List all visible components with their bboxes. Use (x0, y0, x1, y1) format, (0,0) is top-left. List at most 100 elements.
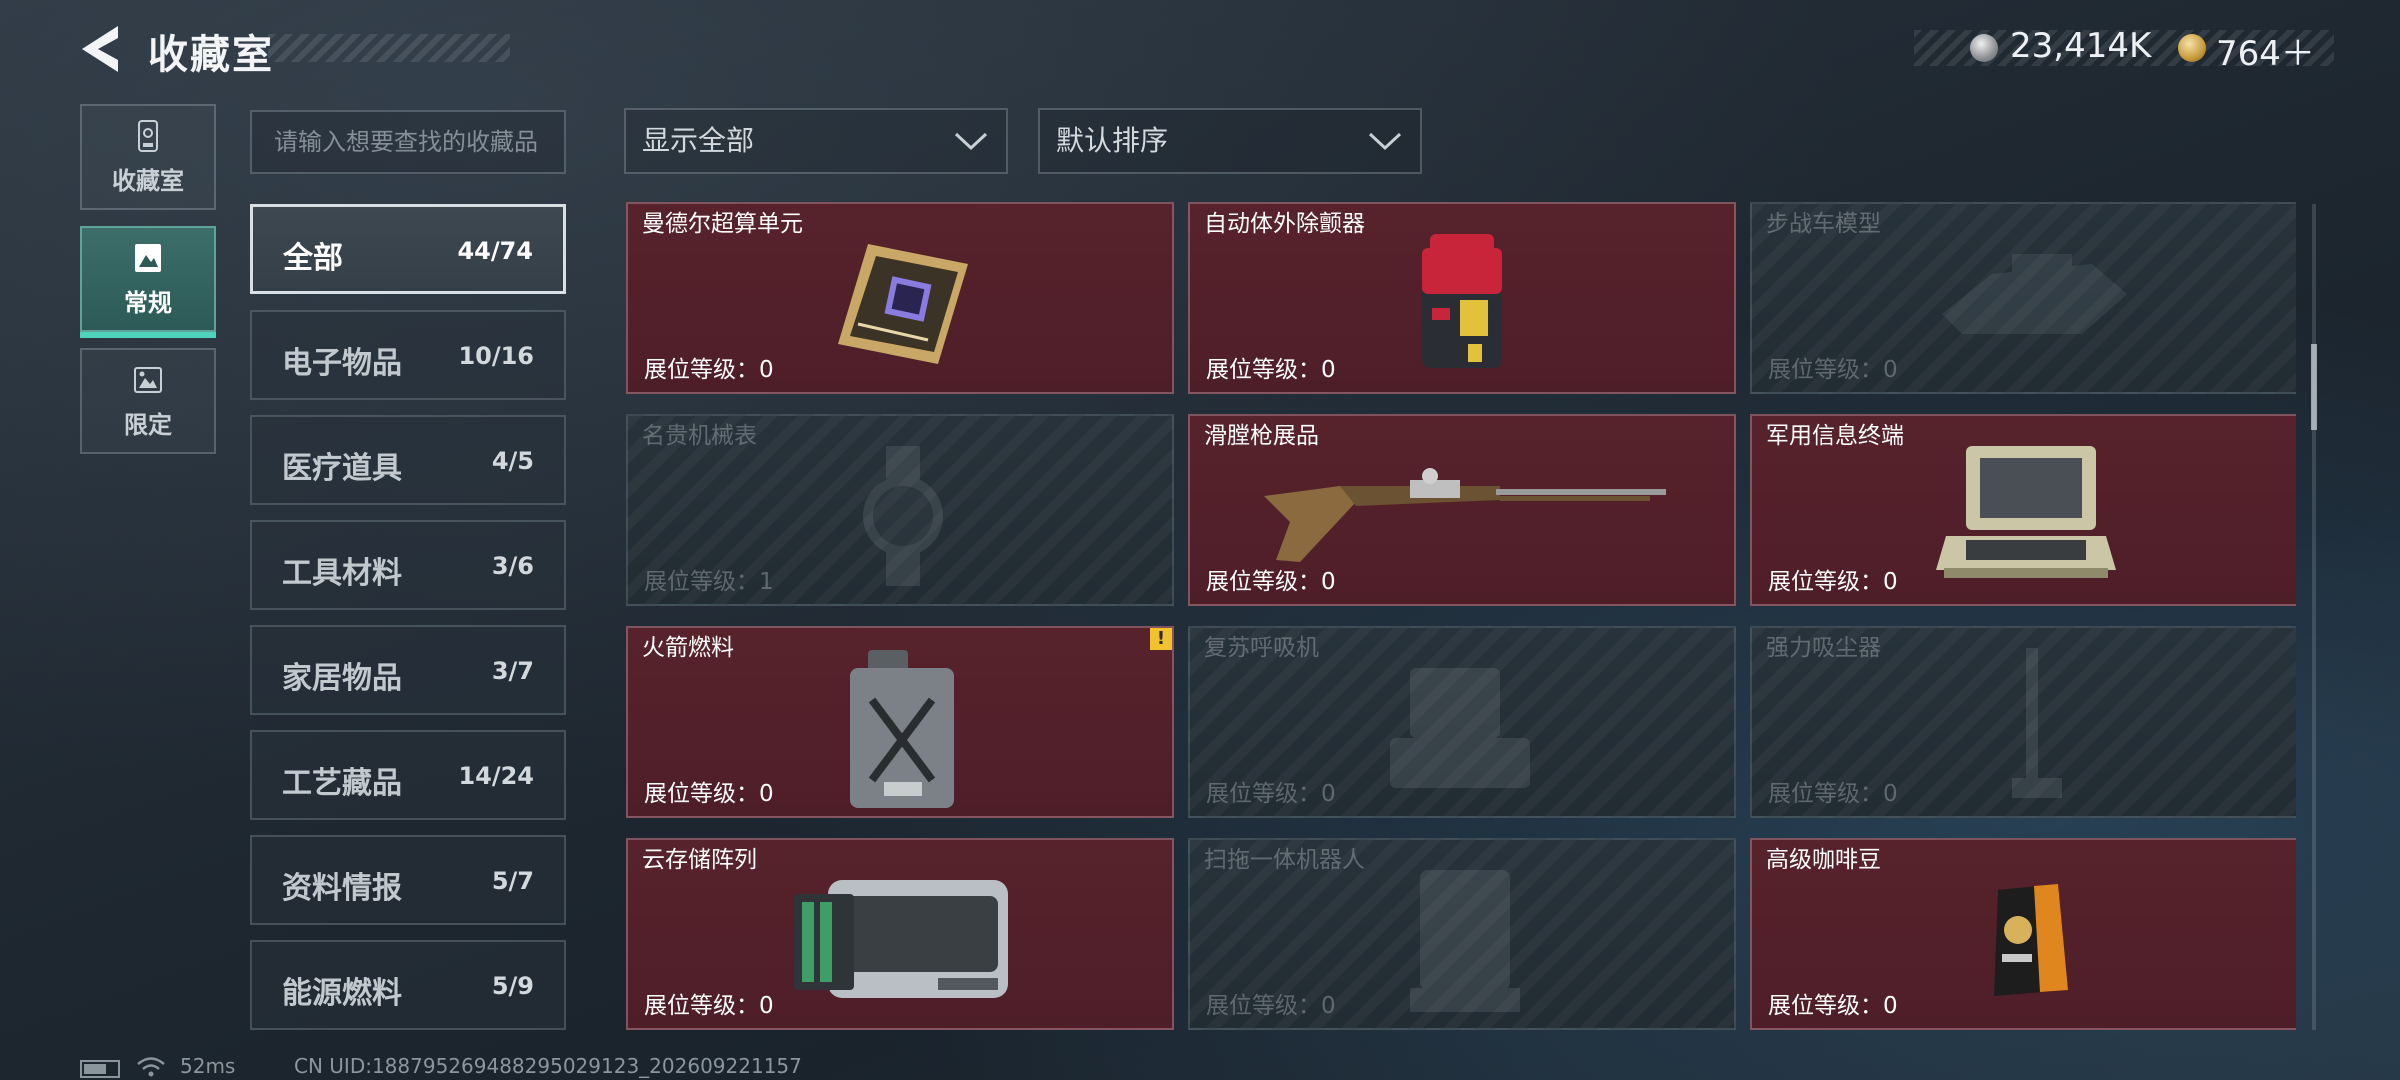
category-count: 4/5 (491, 447, 534, 475)
collectible-card[interactable]: 滑膛枪展品 展位等级：0 (1188, 414, 1736, 606)
category-name: 工具材料 (282, 556, 402, 591)
category-all[interactable]: 全部 44/74 (250, 204, 566, 294)
display-level: 展位等级：0 (1768, 781, 1898, 807)
search-input[interactable] (250, 110, 566, 174)
display-level: 展位等级：0 (1206, 781, 1336, 807)
collectible-name: 滑膛枪展品 (1204, 423, 1319, 449)
display-level: 展位等级：0 (644, 993, 774, 1019)
display-level: 展位等级：0 (1768, 357, 1898, 383)
sort-dropdown-value: 默认排序 (1056, 124, 1169, 157)
collectible-name: 自动体外除颤器 (1204, 211, 1365, 237)
display-level: 展位等级：1 (644, 569, 774, 595)
uid-text: CN UID:188795269488295029123_20260922115… (294, 1054, 802, 1078)
collectible-name: 云存储阵列 (642, 847, 757, 873)
watch-art (863, 446, 943, 586)
new-alert-badge: ! (1150, 628, 1172, 650)
category-name: 工艺藏品 (282, 766, 402, 801)
category-name: 医疗道具 (282, 451, 402, 486)
collectible-card[interactable]: 火箭燃料 ! 展位等级：0 (626, 626, 1174, 818)
fuel-can-art (850, 650, 954, 808)
back-button[interactable] (78, 24, 124, 74)
category-count: 5/9 (491, 972, 534, 1000)
musket-art (1264, 468, 1666, 562)
category-medical[interactable]: 医疗道具 4/5 (250, 415, 566, 505)
category-tools[interactable]: 工具材料 3/6 (250, 520, 566, 610)
category-name: 全部 (283, 241, 343, 276)
side-tab-label: 收藏室 (112, 166, 184, 195)
display-level: 展位等级：0 (1206, 569, 1336, 595)
collectible-name: 强力吸尘器 (1766, 635, 1881, 661)
silver-coin-icon (1970, 34, 1998, 62)
collectible-name: 曼德尔超算单元 (642, 211, 803, 237)
display-level: 展位等级：0 (644, 781, 774, 807)
collectible-name: 名贵机械表 (642, 423, 757, 449)
filter-dropdown-value: 显示全部 (642, 124, 755, 157)
category-name: 资料情报 (282, 871, 402, 906)
collectible-name: 军用信息终端 (1766, 423, 1904, 449)
gold-coin-icon (2178, 34, 2206, 62)
wifi-icon (137, 1057, 165, 1077)
back-arrow-icon (82, 26, 118, 72)
collectible-card[interactable]: 扫拖一体机器人 展位等级：0 (1188, 838, 1736, 1030)
display-level: 展位等级：0 (644, 357, 774, 383)
vacuum-art (2012, 648, 2062, 798)
scrollbar-thumb[interactable] (2311, 344, 2317, 430)
category-name: 电子物品 (282, 346, 402, 381)
display-level: 展位等级：0 (1768, 993, 1898, 1019)
collectible-card[interactable]: 强力吸尘器 展位等级：0 (1750, 626, 2296, 818)
storage-array-art (794, 880, 1008, 998)
defibrillator-art (1422, 234, 1502, 368)
collectible-card[interactable]: 曼德尔超算单元 展位等级：0 (626, 202, 1174, 394)
display-level: 展位等级：0 (1206, 357, 1336, 383)
collectible-name: 高级咖啡豆 (1766, 847, 1881, 873)
collection-grid: 曼德尔超算单元 展位等级：0 自动体外除颤器 展位等级：0 步战车模型 展位等级… (624, 202, 2296, 1032)
category-crafts[interactable]: 工艺藏品 14/24 (250, 730, 566, 820)
category-count: 10/16 (458, 342, 534, 370)
category-household[interactable]: 家居物品 3/7 (250, 625, 566, 715)
ifv-model-art (1942, 254, 2127, 334)
supercomputer-chip-art (838, 244, 968, 364)
scrollbar-track[interactable] (2312, 204, 2316, 1030)
category-energy[interactable]: 能源燃料 5/9 (250, 940, 566, 1030)
category-count: 5/7 (491, 867, 534, 895)
category-name: 家居物品 (282, 661, 402, 696)
mop-robot-art (1410, 870, 1520, 1012)
collectible-card[interactable]: 名贵机械表 展位等级：1 (626, 414, 1174, 606)
side-tab-regular[interactable]: 常规 (80, 226, 216, 338)
category-name: 能源燃料 (282, 976, 402, 1011)
battery-icon (80, 1060, 120, 1078)
collectible-card[interactable]: 云存储阵列 展位等级：0 (626, 838, 1174, 1030)
military-terminal-art (1936, 446, 2116, 578)
category-count: 3/6 (491, 552, 534, 580)
sort-dropdown[interactable]: 默认排序 (1038, 108, 1422, 174)
coffee-bag-art (1994, 884, 2068, 996)
ping-text: 52ms (180, 1054, 236, 1078)
trophy-icon (138, 119, 158, 152)
gold-currency-value[interactable]: 764＋ (2216, 26, 2315, 75)
collectible-name: 步战车模型 (1766, 211, 1881, 237)
collectible-card[interactable]: 自动体外除颤器 展位等级：0 (1188, 202, 1736, 394)
category-intel[interactable]: 资料情报 5/7 (250, 835, 566, 925)
collectible-card[interactable]: 步战车模型 展位等级：0 (1750, 202, 2296, 394)
side-tab-limited[interactable]: 限定 (80, 348, 216, 454)
filter-dropdown[interactable]: 显示全部 (624, 108, 1008, 174)
side-tab-label: 限定 (124, 410, 172, 439)
category-electronics[interactable]: 电子物品 10/16 (250, 310, 566, 400)
collectible-card[interactable]: 军用信息终端 展位等级：0 (1750, 414, 2296, 606)
limited-image-icon (134, 366, 162, 393)
title-decoration (268, 34, 510, 62)
collectible-name: 复苏呼吸机 (1204, 635, 1319, 661)
page-title: 收藏室 (148, 32, 274, 78)
display-level: 展位等级：0 (1768, 569, 1898, 595)
ventilator-art (1390, 668, 1530, 788)
silver-currency-value: 23,414K (2010, 26, 2152, 66)
collectible-name: 火箭燃料 (642, 635, 734, 661)
chevron-down-icon (954, 132, 988, 151)
collectible-card[interactable]: 高级咖啡豆 展位等级：0 (1750, 838, 2296, 1030)
side-tab-collection[interactable]: 收藏室 (80, 104, 216, 210)
image-frame-icon (135, 243, 161, 272)
collectible-name: 扫拖一体机器人 (1204, 847, 1365, 873)
collectible-card[interactable]: 复苏呼吸机 展位等级：0 (1188, 626, 1736, 818)
category-count: 44/74 (457, 237, 533, 265)
chevron-down-icon (1368, 132, 1402, 151)
